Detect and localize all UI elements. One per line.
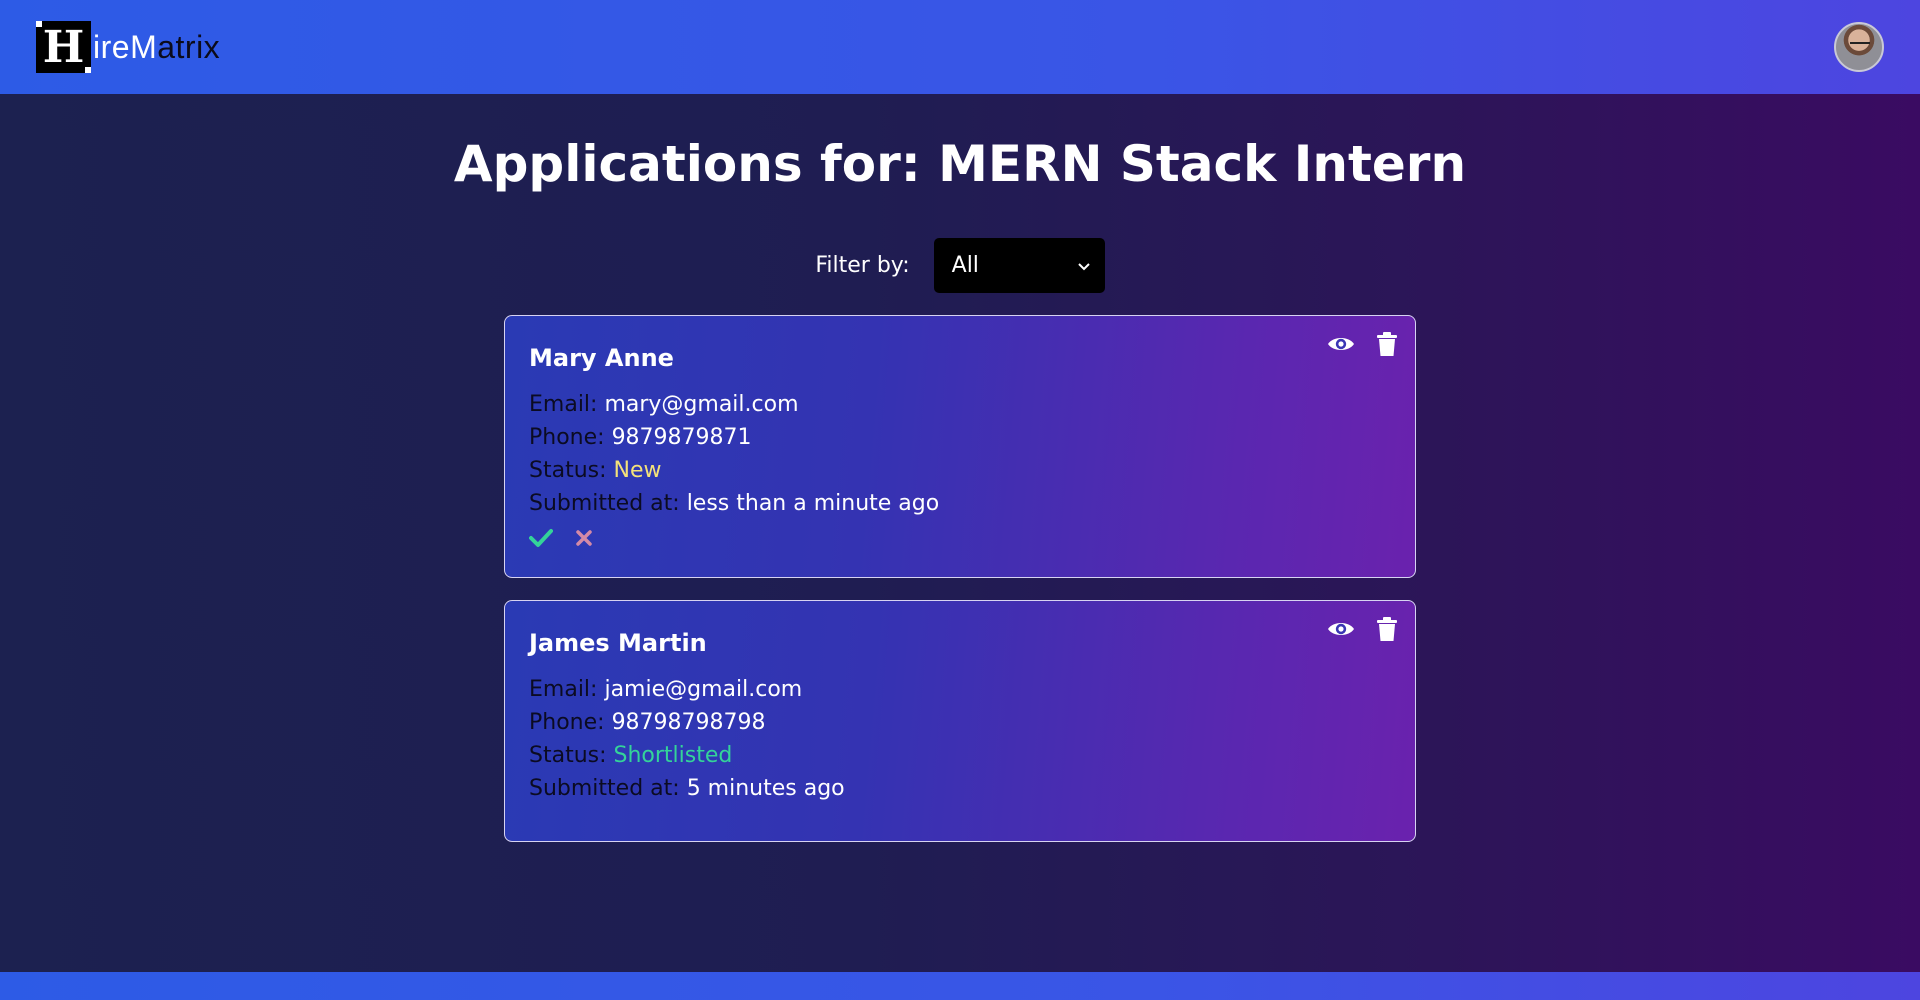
email-value: jamie@gmail.com xyxy=(604,677,803,702)
filter-label: Filter by: xyxy=(815,253,910,278)
phone-value: 9879879871 xyxy=(611,425,752,450)
submitted-label: Submitted at: xyxy=(529,776,680,801)
email-row: Email: mary@gmail.com xyxy=(529,388,1391,421)
top-navbar: H ireMatrix xyxy=(0,0,1920,94)
status-row: Status: Shortlisted xyxy=(529,739,1391,772)
status-filter-select[interactable]: All xyxy=(933,238,1105,293)
page-title: Applications for: MERN Stack Intern xyxy=(453,135,1467,193)
logo-text-part: atrix xyxy=(157,28,221,65)
status-row: Status: New xyxy=(529,454,1391,487)
chevron-down-icon xyxy=(1077,262,1090,270)
status-label: Status: xyxy=(529,743,607,768)
phone-row: Phone: 9879879871 xyxy=(529,421,1391,454)
filter-row: Filter by: All xyxy=(0,238,1920,293)
application-card: James Martin Email: jamie@gmail.com Phon… xyxy=(504,600,1416,842)
phone-label: Phone: xyxy=(529,710,605,735)
submitted-value: less than a minute ago xyxy=(686,491,940,516)
trash-icon[interactable] xyxy=(1377,617,1397,641)
card-icon-group xyxy=(1327,332,1397,356)
card-icon-group xyxy=(1327,617,1397,641)
phone-value: 98798798798 xyxy=(611,710,766,735)
submitted-row: Submitted at: 5 minutes ago xyxy=(529,772,1391,805)
logo-text-part: M xyxy=(130,28,158,65)
phone-label: Phone: xyxy=(529,425,605,450)
email-row: Email: jamie@gmail.com xyxy=(529,673,1391,706)
trash-icon[interactable] xyxy=(1377,332,1397,356)
status-value: New xyxy=(613,458,662,483)
logo-letter: H xyxy=(42,21,85,73)
email-label: Email: xyxy=(529,392,598,417)
eye-icon[interactable] xyxy=(1327,619,1355,639)
submitted-value: 5 minutes ago xyxy=(686,776,845,801)
applicant-name: James Martin xyxy=(529,629,707,657)
status-value: Shortlisted xyxy=(613,743,733,768)
logo-text-part: ire xyxy=(93,28,131,65)
email-value: mary@gmail.com xyxy=(604,392,799,417)
check-icon[interactable] xyxy=(529,528,553,548)
submitted-label: Submitted at: xyxy=(529,491,680,516)
submitted-row: Submitted at: less than a minute ago xyxy=(529,487,1391,520)
logo-mark: H xyxy=(36,21,91,73)
phone-row: Phone: 98798798798 xyxy=(529,706,1391,739)
application-card: Mary Anne Email: mary@gmail.com Phone: 9… xyxy=(504,315,1416,578)
card-actions xyxy=(529,528,1391,548)
close-icon[interactable] xyxy=(575,529,593,547)
filter-selected-value: All xyxy=(951,253,979,278)
logo-text: ireMatrix xyxy=(93,29,220,66)
logo[interactable]: H ireMatrix xyxy=(36,21,220,73)
email-label: Email: xyxy=(529,677,598,702)
user-avatar[interactable] xyxy=(1834,22,1884,72)
applicant-name: Mary Anne xyxy=(529,344,674,372)
footer-bar xyxy=(0,972,1920,1000)
status-label: Status: xyxy=(529,458,607,483)
eye-icon[interactable] xyxy=(1327,334,1355,354)
